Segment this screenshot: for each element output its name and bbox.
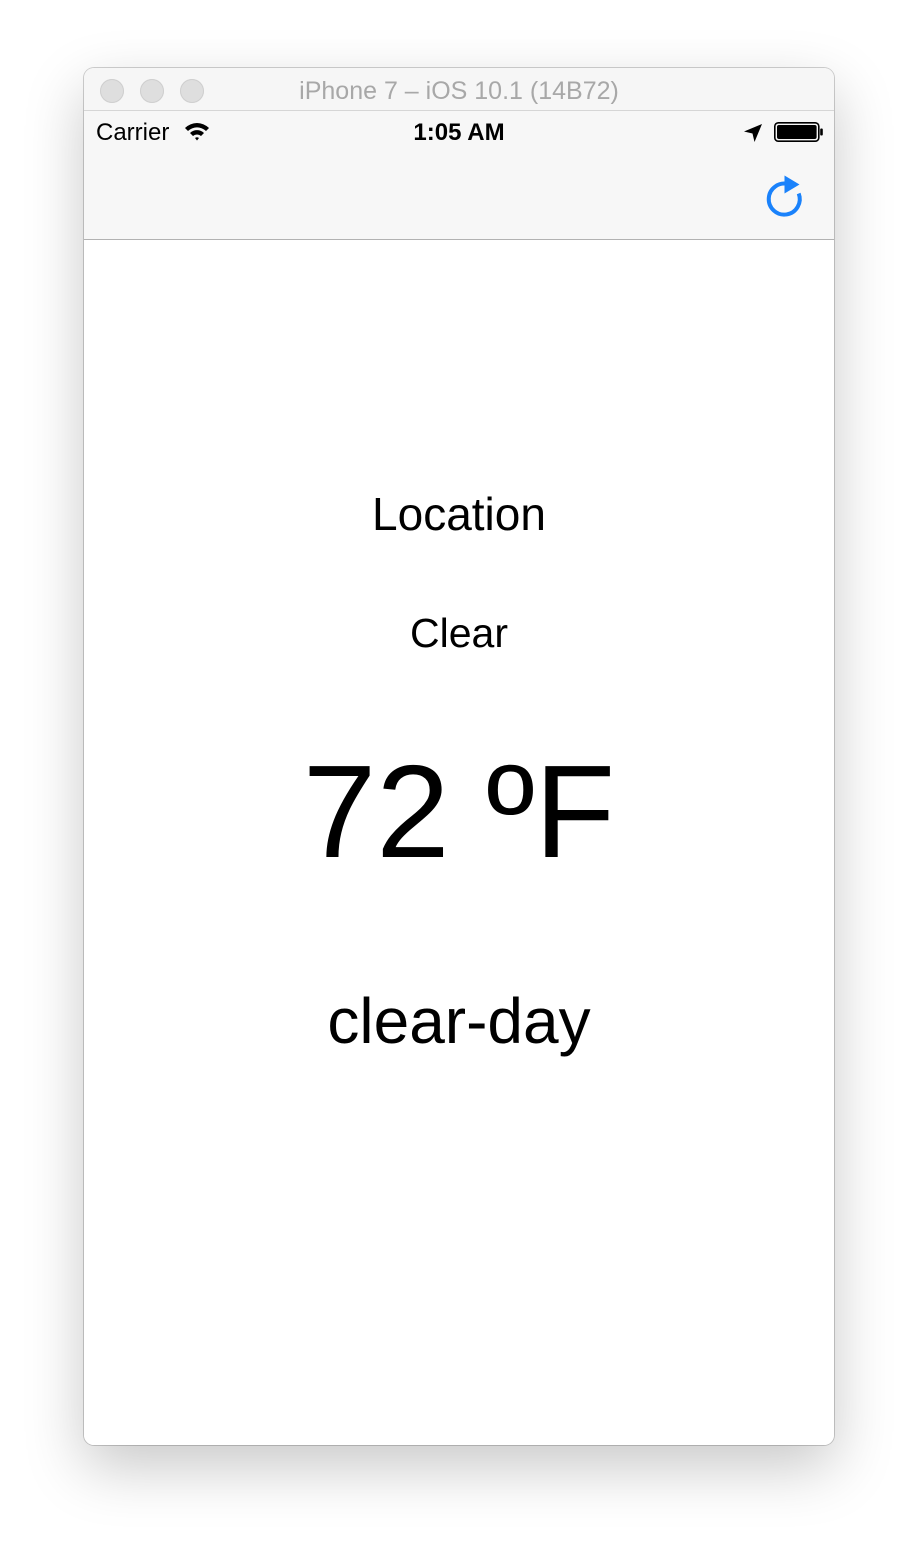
battery-icon: [774, 122, 823, 142]
location-arrow-icon: [744, 124, 762, 142]
temperature-label: 72 ºF: [302, 738, 616, 885]
weather-summary-label: Clear: [410, 610, 508, 656]
location-label: Location: [372, 488, 546, 540]
device-screen: Carrier 1:05 AM Location Clear 72 ºF cle…: [84, 111, 834, 1445]
navigation-bar: Carrier 1:05 AM: [84, 111, 834, 240]
window-title: iPhone 7 – iOS 10.1 (14B72): [299, 77, 619, 105]
status-bar: Carrier 1:05 AM: [84, 111, 834, 151]
simulator-window: iPhone 7 – iOS 10.1 (14B72) Carrier 1:05…: [84, 68, 834, 1445]
weather-icon-label: clear-day: [327, 985, 591, 1057]
refresh-icon[interactable]: [760, 173, 808, 221]
window-titlebar: iPhone 7 – iOS 10.1 (14B72): [84, 68, 834, 111]
status-time: 1:05 AM: [413, 119, 505, 146]
